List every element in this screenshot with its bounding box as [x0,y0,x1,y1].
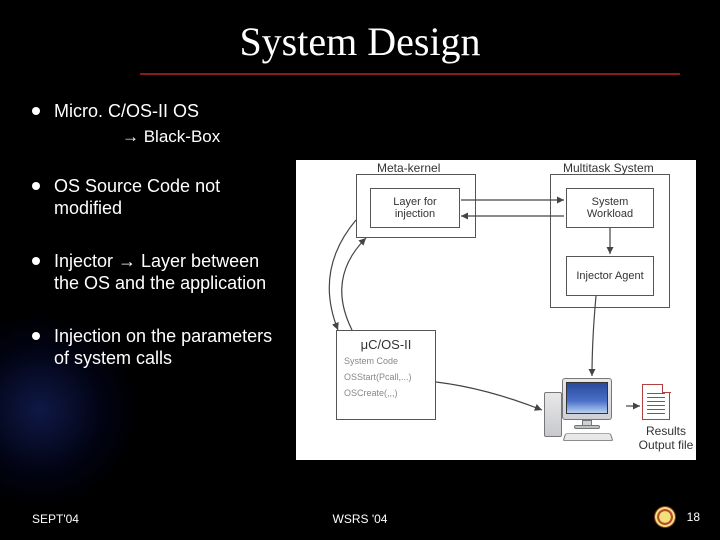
title-area: System Design [0,18,720,75]
system-workload-box: System Workload [566,188,654,228]
bullet-item: Injection on the parameters of system ca… [32,325,282,370]
footer-left: SEPT'04 [32,512,79,526]
monitor-screen-icon [566,382,608,414]
bullet-item: Injector → Layer between the OS and the … [32,250,282,295]
layer-injection-box: Layer for injection [370,188,460,228]
bullet-dot-icon [32,332,40,340]
bullet-dot-icon [32,107,40,115]
results-label: Results Output file [636,424,696,453]
bullet-dot-icon [32,257,40,265]
bullet-text: Micro. C/OS-II OS [54,100,199,123]
ucos-title: μC/OS-II [361,337,412,352]
computer-icon [544,378,624,448]
footer-center: WSRS '04 [333,512,388,526]
results-file-icon [642,384,670,420]
slide-title: System Design [229,18,490,67]
ucos-line-3: OSCreate(,,,) [344,388,398,400]
bullet-item: Micro. C/OS-II OS [32,100,282,123]
monitor-base-icon [574,425,600,429]
footer-logo-icon [654,506,676,528]
meta-kernel-label: Meta-kernel [377,161,440,175]
bullet-text: Injector → Layer between the OS and the … [54,250,282,295]
bullet-list: Micro. C/OS-II OS → Black-Box OS Source … [32,100,282,400]
ucos-line-2: OSStart(Pcall,...) [344,372,412,384]
system-workload-label: System Workload [569,196,651,220]
keyboard-icon [563,433,614,441]
bullet-text: Injection on the parameters of system ca… [54,325,282,370]
injector-agent-box: Injector Agent [566,256,654,296]
bullet-subtext: → Black-Box [122,127,282,147]
layer-injection-label: Layer for injection [373,196,457,220]
bullet-dot-icon [32,182,40,190]
footer: SEPT'04 WSRS '04 18 [0,504,720,528]
page-number: 18 [687,510,700,524]
title-underline [140,73,680,75]
diagram-figure: Meta-kernel Layer for injection Multitas… [296,160,696,460]
ucos-line-1: System Code [344,356,398,368]
tower-icon [544,392,562,437]
multitask-label: Multitask System [563,161,654,175]
file-lines-icon [647,393,665,415]
bullet-text: OS Source Code not modified [54,175,282,220]
bullet-item: OS Source Code not modified [32,175,282,220]
injector-agent-label: Injector Agent [576,270,643,282]
